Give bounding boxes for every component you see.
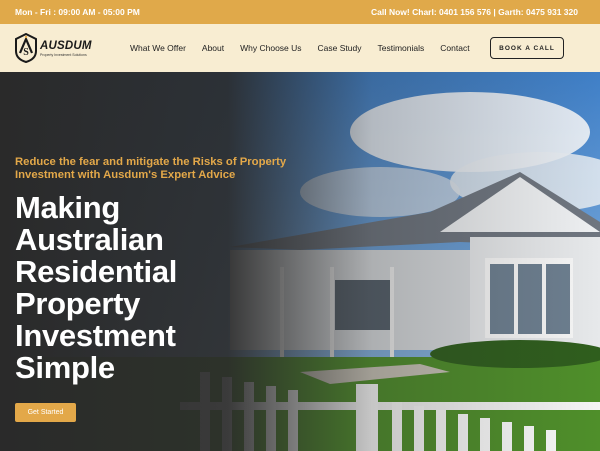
call-numbers[interactable]: Call Now! Charl: 0401 156 576 | Garth: 0… <box>371 7 578 17</box>
svg-text:S: S <box>23 47 29 58</box>
hero-headline: Making Australian Residential Property I… <box>15 192 335 384</box>
headline-line: Simple <box>15 350 115 385</box>
headline-line: Australian <box>15 222 164 257</box>
nav-item-about[interactable]: About <box>194 43 232 53</box>
business-hours: Mon - Fri : 09:00 AM - 05:00 PM <box>15 7 140 17</box>
nav-item-testimonials[interactable]: Testimonials <box>370 43 433 53</box>
nav-item-what-we-offer[interactable]: What We Offer <box>122 43 194 53</box>
main-navigation: S AUSDUM Property Investment Solutions W… <box>0 24 600 72</box>
nav-menu: What We Offer About Why Choose Us Case S… <box>122 43 478 53</box>
headline-line: Making <box>15 190 120 225</box>
hero-subtitle: Reduce the fear and mitigate the Risks o… <box>15 156 287 181</box>
hero-section: Reduce the fear and mitigate the Risks o… <box>0 72 600 451</box>
ausdum-logo-icon: S <box>15 33 37 63</box>
headline-line: Investment <box>15 318 176 353</box>
headline-line: Residential <box>15 254 178 289</box>
nav-item-contact[interactable]: Contact <box>432 43 477 53</box>
hero-content: Reduce the fear and mitigate the Risks o… <box>15 156 335 384</box>
top-bar: Mon - Fri : 09:00 AM - 05:00 PM Call Now… <box>0 0 600 24</box>
logo[interactable]: S AUSDUM Property Investment Solutions <box>14 33 118 63</box>
book-a-call-button[interactable]: BOOK A CALL <box>490 37 564 59</box>
nav-item-case-study[interactable]: Case Study <box>310 43 370 53</box>
logo-tagline: Property Investment Solutions <box>40 52 87 57</box>
get-started-button[interactable]: Get Started <box>15 403 76 422</box>
logo-name: AUSDUM <box>40 39 92 52</box>
nav-item-why-choose-us[interactable]: Why Choose Us <box>232 43 309 53</box>
headline-line: Property <box>15 286 141 321</box>
